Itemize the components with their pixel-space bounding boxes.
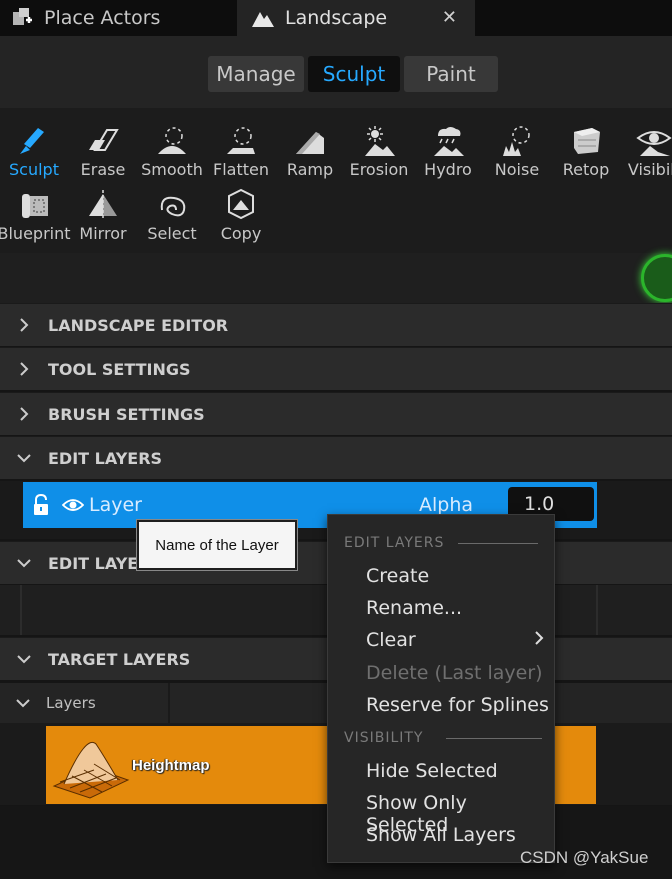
tool-label: Blueprint (0, 224, 71, 243)
tab-label: Landscape (285, 7, 388, 29)
place-actors-icon (10, 6, 34, 30)
smooth-icon (154, 124, 190, 158)
menu-heading: VISIBILITY (344, 730, 424, 746)
section-edit-layers[interactable]: EDIT LAYERS (0, 436, 672, 479)
lock-icon[interactable] (23, 494, 59, 516)
tool-erosion[interactable]: Erosion (345, 118, 413, 182)
section-tool-settings[interactable]: TOOL SETTINGS (0, 347, 672, 390)
tool-label: Erase (80, 160, 126, 179)
section-title: EDIT LAYER (48, 553, 151, 573)
close-icon[interactable]: ✕ (442, 7, 457, 28)
tool-label: Hydro (424, 160, 472, 179)
layers-label: Layers (46, 694, 96, 712)
tool-erase[interactable]: Erase (69, 118, 137, 182)
mirror-icon (85, 188, 121, 222)
flatten-icon (223, 124, 259, 158)
tool-ramp[interactable]: Ramp (276, 118, 344, 182)
tab-landscape[interactable]: Landscape ✕ (237, 0, 475, 36)
tool-label: Visibili (627, 160, 672, 179)
tool-smooth[interactable]: Smooth (138, 118, 206, 182)
tool-sculpt[interactable]: Sculpt (0, 118, 68, 182)
divider (458, 542, 539, 544)
menu-heading: EDIT LAYERS (344, 535, 445, 551)
tool-select[interactable]: Select (138, 182, 206, 246)
menu-item-create[interactable]: Create (366, 565, 429, 587)
tool-label: Noise (494, 160, 540, 179)
chevron-right-icon (534, 629, 544, 651)
ramp-icon (292, 124, 328, 158)
divider (0, 585, 22, 635)
chevron-right-icon (0, 318, 48, 332)
select-icon (154, 188, 190, 222)
chevron-down-icon (0, 653, 48, 665)
mode-paint-button[interactable]: Paint (404, 56, 498, 92)
layer-context-menu: EDIT LAYERS Create Rename... Clear Delet… (327, 514, 555, 863)
tool-label: Flatten (213, 160, 269, 179)
layer-name[interactable]: Layer (89, 494, 419, 516)
tab-label: Place Actors (44, 7, 161, 29)
divider (168, 683, 170, 723)
noise-icon (499, 124, 535, 158)
erase-icon (85, 124, 121, 158)
section-title: EDIT LAYERS (48, 448, 163, 468)
alpha-label: Alpha (419, 494, 474, 516)
tab-place-actors[interactable]: Place Actors (0, 0, 234, 36)
section-title: TARGET LAYERS (48, 649, 191, 669)
section-title: BRUSH SETTINGS (48, 404, 205, 424)
sculpt-icon (16, 124, 52, 158)
heightmap-label: Heightmap (132, 756, 210, 774)
watermark: CSDN @YakSue (520, 848, 649, 867)
retop-icon (568, 124, 604, 158)
copy-icon (223, 188, 259, 222)
tool-label: Ramp (286, 160, 334, 179)
tool-label: Erosion (349, 160, 409, 179)
layer-name-tooltip: Name of the Layer (137, 520, 297, 570)
erosion-icon (361, 124, 397, 158)
section-landscape-editor[interactable]: LANDSCAPE EDITOR (0, 303, 672, 346)
tool-label: Copy (220, 224, 262, 243)
section-title: TOOL SETTINGS (48, 359, 191, 379)
tool-label: Sculpt (9, 160, 59, 179)
chevron-right-icon (0, 407, 48, 421)
chevron-down-icon (0, 557, 48, 569)
tool-blueprint[interactable]: Blueprint (0, 182, 71, 246)
tool-label: Retop (562, 160, 610, 179)
tool-label: Smooth (141, 160, 203, 179)
tool-mirror[interactable]: Mirror (69, 182, 137, 246)
eye-icon[interactable] (59, 497, 87, 513)
section-brush-settings[interactable]: BRUSH SETTINGS (0, 392, 672, 435)
tool-copy[interactable]: Copy (207, 182, 275, 246)
mode-selector: Manage Sculpt Paint (208, 56, 502, 92)
tool-flatten[interactable]: Flatten (207, 118, 275, 182)
menu-item-label: Clear (366, 629, 416, 651)
blueprint-icon (16, 188, 52, 222)
menu-section-visibility: VISIBILITY (344, 730, 542, 746)
section-title: LANDSCAPE EDITOR (48, 315, 229, 335)
heightmap-icon (50, 730, 132, 800)
tool-noise[interactable]: Noise (483, 118, 551, 182)
tool-label: Mirror (79, 224, 127, 243)
hydro-icon (430, 124, 466, 158)
visibility-icon (635, 124, 672, 158)
chevron-down-icon (0, 452, 48, 464)
tool-retop[interactable]: Retop (552, 118, 620, 182)
tool-hydro[interactable]: Hydro (414, 118, 482, 182)
menu-item-clear[interactable]: Clear (366, 629, 544, 651)
menu-section-edit-layers: EDIT LAYERS (344, 535, 539, 551)
tool-label: Select (147, 224, 197, 243)
chevron-right-icon (0, 362, 48, 376)
menu-item-hide-selected[interactable]: Hide Selected (366, 760, 498, 782)
landscape-icon (251, 6, 275, 30)
tool-visibility[interactable]: Visibili (621, 118, 672, 182)
mode-manage-button[interactable]: Manage (208, 56, 304, 92)
chevron-down-icon (0, 697, 46, 709)
menu-item-reserve-for-splines[interactable]: Reserve for Splines (366, 694, 549, 716)
menu-item-rename[interactable]: Rename... (366, 597, 462, 619)
divider (596, 585, 598, 635)
toolbar-spacer (0, 253, 672, 303)
mode-sculpt-button[interactable]: Sculpt (308, 56, 400, 92)
menu-item-delete-last-layer: Delete (Last layer) (366, 662, 543, 684)
divider (445, 737, 542, 739)
menu-item-show-all-layers[interactable]: Show All Layers (366, 824, 516, 846)
